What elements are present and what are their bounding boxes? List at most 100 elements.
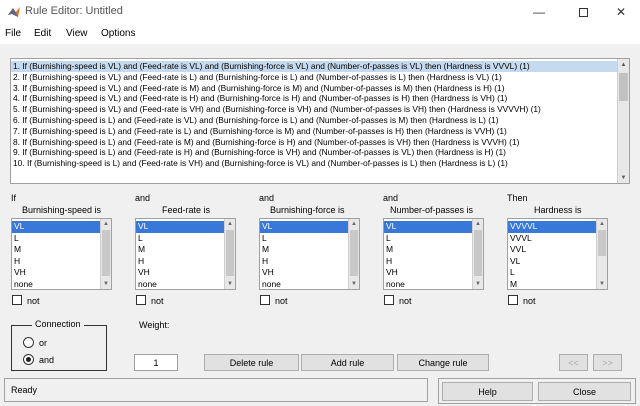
listbox-scrollbar[interactable]: ▲ ▼: [224, 219, 235, 289]
scroll-up-icon[interactable]: ▲: [618, 59, 629, 70]
rule-item[interactable]: 6. If (Burnishing-speed is L) and (Feed-…: [11, 115, 617, 126]
menu-bar: [0, 24, 640, 44]
list-item[interactable]: VH: [260, 267, 350, 279]
listbox-scrollbar[interactable]: ▲ ▼: [472, 219, 483, 289]
rule-item[interactable]: 8. If (Burnishing-speed is L) and (Feed-…: [11, 137, 617, 148]
scroll-up-icon[interactable]: ▲: [597, 219, 607, 229]
list-item[interactable]: H: [12, 256, 102, 268]
scroll-thumb[interactable]: [598, 230, 606, 256]
list-item[interactable]: none: [12, 279, 102, 290]
list-item[interactable]: VL: [508, 256, 598, 268]
list-item[interactable]: H: [384, 256, 474, 268]
list-item[interactable]: H: [260, 256, 350, 268]
scroll-up-icon[interactable]: ▲: [473, 219, 483, 229]
scroll-thumb[interactable]: [350, 230, 358, 276]
menu-file[interactable]: File: [5, 28, 21, 39]
change-rule-button[interactable]: Change rule: [397, 354, 489, 371]
burnishing-speed-listbox[interactable]: VL L M H VH none ▲ ▼: [11, 218, 112, 290]
weight-input[interactable]: 1: [134, 354, 178, 371]
scroll-down-icon[interactable]: ▼: [473, 279, 483, 289]
minimize-button[interactable]: —: [524, 0, 554, 24]
scroll-down-icon[interactable]: ▼: [349, 279, 359, 289]
close-icon: ✕: [615, 5, 627, 19]
list-item[interactable]: L: [508, 267, 598, 279]
rule-item[interactable]: 5. If (Burnishing-speed is VL) and (Feed…: [11, 104, 617, 115]
menu-edit[interactable]: Edit: [34, 28, 51, 39]
menu-options[interactable]: Options: [101, 28, 135, 39]
rule-item[interactable]: 2. If (Burnishing-speed is VL) and (Feed…: [11, 72, 617, 83]
add-rule-button[interactable]: Add rule: [301, 354, 394, 371]
scroll-up-icon[interactable]: ▲: [349, 219, 359, 229]
list-item[interactable]: M: [384, 244, 474, 256]
rule-item[interactable]: 9. If (Burnishing-speed is L) and (Feed-…: [11, 147, 617, 158]
list-item[interactable]: M: [260, 244, 350, 256]
list-item[interactable]: M: [12, 244, 102, 256]
scroll-down-icon[interactable]: ▼: [597, 279, 607, 289]
list-item[interactable]: L: [136, 233, 226, 245]
list-item[interactable]: VVL: [508, 244, 598, 256]
not-checkbox-burnishing-speed[interactable]: [12, 295, 22, 305]
not-checkbox-number-of-passes[interactable]: [384, 295, 394, 305]
not-checkbox-burnishing-force[interactable]: [260, 295, 270, 305]
list-item[interactable]: L: [12, 233, 102, 245]
scroll-thumb[interactable]: [102, 230, 110, 276]
rule-item[interactable]: 1. If (Burnishing-speed is VL) and (Feed…: [11, 61, 617, 72]
list-item[interactable]: VL: [384, 221, 474, 233]
or-radio[interactable]: [23, 337, 34, 348]
not-checkbox-feed-rate[interactable]: [136, 295, 146, 305]
scroll-down-icon[interactable]: ▼: [618, 172, 629, 183]
list-item[interactable]: VH: [384, 267, 474, 279]
not-label: not: [399, 296, 412, 306]
listbox-scrollbar[interactable]: ▲ ▼: [100, 219, 111, 289]
menu-view[interactable]: View: [66, 28, 88, 39]
number-of-passes-listbox[interactable]: VL L M H VH none ▲ ▼: [383, 218, 484, 290]
rule-item[interactable]: 3. If (Burnishing-speed is VL) and (Feed…: [11, 83, 617, 94]
feed-rate-label: Feed-rate is: [162, 205, 211, 215]
rule-item[interactable]: 4. If (Burnishing-speed is VL) and (Feed…: [11, 93, 617, 104]
not-checkbox-hardness[interactable]: [508, 295, 518, 305]
list-item[interactable]: L: [384, 233, 474, 245]
list-item[interactable]: none: [260, 279, 350, 290]
maximize-icon: [578, 7, 588, 17]
close-window-button[interactable]: ✕: [606, 0, 636, 24]
prev-button[interactable]: <<: [559, 354, 588, 371]
help-button[interactable]: Help: [442, 382, 533, 401]
maximize-button[interactable]: [568, 0, 598, 24]
list-item[interactable]: VL: [12, 221, 102, 233]
list-item[interactable]: VH: [136, 267, 226, 279]
rule-item[interactable]: 10. If (Burnishing-speed is L) and (Feed…: [11, 158, 617, 169]
scroll-down-icon[interactable]: ▼: [225, 279, 235, 289]
list-item[interactable]: M: [508, 279, 598, 290]
list-item[interactable]: L: [260, 233, 350, 245]
feed-rate-listbox[interactable]: VL L M H VH none ▲ ▼: [135, 218, 236, 290]
if-label: If: [11, 193, 17, 203]
list-item[interactable]: VVVVL: [508, 221, 598, 233]
list-item[interactable]: VL: [260, 221, 350, 233]
scroll-thumb[interactable]: [619, 73, 628, 101]
listbox-scrollbar[interactable]: ▲ ▼: [348, 219, 359, 289]
delete-rule-button[interactable]: Delete rule: [204, 354, 299, 371]
list-item[interactable]: none: [384, 279, 474, 290]
list-item[interactable]: none: [136, 279, 226, 290]
not-label: not: [151, 296, 164, 306]
list-item[interactable]: VL: [136, 221, 226, 233]
close-button[interactable]: Close: [538, 382, 631, 401]
list-item[interactable]: VVVL: [508, 233, 598, 245]
and-radio[interactable]: [23, 354, 34, 365]
scroll-up-icon[interactable]: ▲: [101, 219, 111, 229]
scroll-up-icon[interactable]: ▲: [225, 219, 235, 229]
or-label: or: [39, 338, 48, 348]
rule-item[interactable]: 7. If (Burnishing-speed is L) and (Feed-…: [11, 126, 617, 137]
list-item[interactable]: H: [136, 256, 226, 268]
list-item[interactable]: M: [136, 244, 226, 256]
scroll-thumb[interactable]: [474, 230, 482, 276]
hardness-listbox[interactable]: VVVVL VVVL VVL VL L M ▲ ▼: [507, 218, 608, 290]
rules-list[interactable]: 1. If (Burnishing-speed is VL) and (Feed…: [10, 58, 630, 184]
scroll-down-icon[interactable]: ▼: [101, 279, 111, 289]
listbox-scrollbar[interactable]: ▲ ▼: [596, 219, 607, 289]
scroll-thumb[interactable]: [226, 230, 234, 276]
burnishing-force-listbox[interactable]: VL L M H VH none ▲ ▼: [259, 218, 360, 290]
next-button[interactable]: >>: [593, 354, 622, 371]
rules-scrollbar[interactable]: ▲ ▼: [617, 59, 629, 183]
list-item[interactable]: VH: [12, 267, 102, 279]
